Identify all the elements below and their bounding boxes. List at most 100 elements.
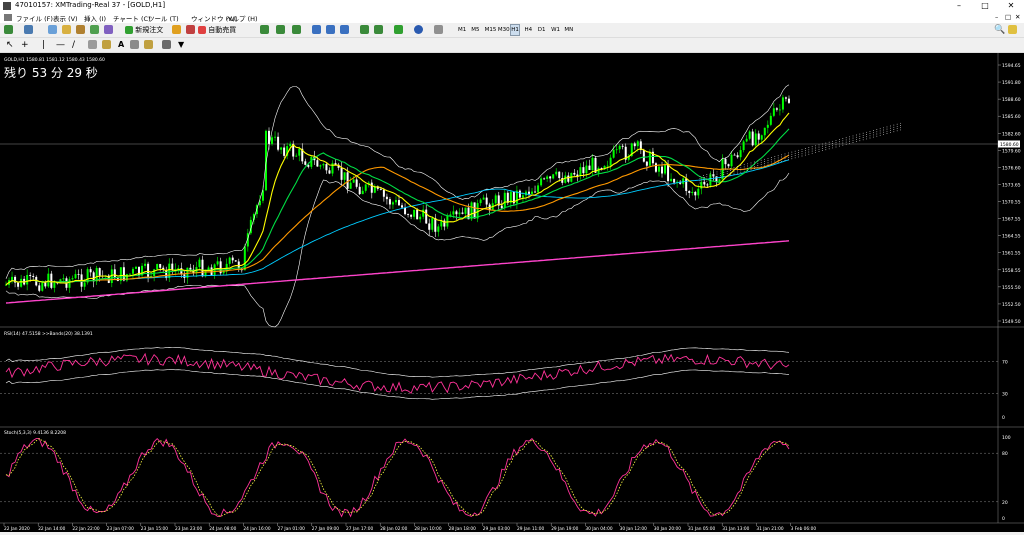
cloud-dot bbox=[896, 123, 898, 125]
candle-body bbox=[44, 282, 47, 287]
terminal-icon[interactable] bbox=[90, 25, 99, 34]
chart-shift-icon[interactable] bbox=[374, 25, 383, 34]
shapes-icon[interactable] bbox=[162, 40, 171, 49]
main-toolbar: 新規注文 自動売買 M1 M5 M15 M30 H1 H4 D1 W1 MN 🔍 bbox=[0, 23, 1024, 38]
text-label-icon[interactable] bbox=[130, 40, 139, 49]
cloud-dot bbox=[825, 144, 827, 146]
channel-icon[interactable] bbox=[88, 40, 97, 49]
autoscroll-icon[interactable] bbox=[360, 25, 369, 34]
cloud-dot bbox=[852, 135, 854, 137]
chart-svg[interactable]: 1594.65 1591.80 1588.60 1585.60 1582.60 1579.… bbox=[0, 53, 1024, 532]
maximize-icon[interactable]: □ bbox=[974, 0, 996, 12]
timeframe-h1[interactable]: H1 bbox=[510, 24, 520, 36]
timeframe-m5[interactable]: M5 bbox=[471, 25, 479, 35]
chat-icon[interactable] bbox=[1008, 25, 1017, 34]
cloud-dot bbox=[883, 131, 885, 133]
new-order-button[interactable]: 新規注文 bbox=[125, 25, 163, 35]
price-tick-label: 1573.65 bbox=[1002, 182, 1021, 188]
search-icon[interactable]: 🔍 bbox=[994, 25, 1005, 35]
candle-body bbox=[62, 278, 65, 280]
vertical-line-icon[interactable]: | bbox=[42, 40, 45, 50]
candle-body bbox=[370, 182, 373, 193]
menu-tools[interactable]: ツール (T) bbox=[148, 13, 179, 23]
candle-body bbox=[401, 205, 404, 208]
cloud-dot bbox=[849, 136, 851, 138]
menu-chart[interactable]: チャート (C) bbox=[113, 13, 151, 23]
metaeditor-icon[interactable] bbox=[172, 25, 181, 34]
cloud-dot bbox=[750, 166, 752, 168]
candle-body bbox=[458, 212, 461, 215]
mdi-restore-icon[interactable]: □ bbox=[1005, 13, 1011, 21]
navigator-icon[interactable] bbox=[76, 25, 85, 34]
line-chart-icon[interactable] bbox=[292, 25, 301, 34]
mdi-minimize-icon[interactable]: – bbox=[995, 13, 998, 21]
cloud-dot bbox=[770, 161, 772, 163]
indicators-icon[interactable] bbox=[394, 25, 403, 34]
menu-help[interactable]: ヘルプ (H) bbox=[226, 13, 258, 23]
cloud-dot bbox=[859, 135, 861, 137]
candle-body bbox=[751, 131, 754, 146]
timeframe-mn[interactable]: MN bbox=[564, 25, 573, 35]
menu-view[interactable]: 表示 (V) bbox=[53, 13, 78, 23]
zoom-out-icon[interactable] bbox=[326, 25, 335, 34]
time-tick-label: 31 Jan 05:00 bbox=[688, 526, 715, 532]
cloud-dot bbox=[750, 164, 752, 166]
candle-body bbox=[537, 185, 540, 193]
candle-body bbox=[784, 97, 787, 99]
menu-insert[interactable]: 挿入 (I) bbox=[84, 13, 106, 23]
cloud-dot bbox=[730, 170, 732, 171]
candle-body bbox=[549, 176, 552, 179]
candle-body bbox=[485, 197, 488, 205]
timeframe-m1[interactable]: M1 bbox=[458, 25, 466, 35]
cloud-dot bbox=[842, 142, 844, 144]
close-icon[interactable]: ✕ bbox=[1000, 0, 1022, 12]
crosshair-icon[interactable]: + bbox=[21, 40, 29, 50]
timeframe-w1[interactable]: W1 bbox=[551, 25, 560, 35]
horizontal-line-icon[interactable]: — bbox=[56, 40, 65, 50]
mdi-close-icon[interactable]: ✕ bbox=[1015, 13, 1020, 21]
more-tools-icon[interactable]: ▼ bbox=[178, 40, 184, 50]
price-tick-label: 1552.50 bbox=[1002, 302, 1021, 308]
candle-body bbox=[352, 179, 355, 183]
text-icon[interactable]: A bbox=[118, 40, 124, 50]
menu-file[interactable]: ファイル (F) bbox=[16, 13, 53, 23]
data-window-icon[interactable] bbox=[62, 25, 71, 34]
new-chart-icon[interactable] bbox=[4, 25, 13, 34]
periods-icon[interactable] bbox=[414, 25, 423, 34]
cloud-dot bbox=[791, 156, 793, 157]
cloud-dot bbox=[774, 156, 776, 158]
cloud-dot bbox=[818, 146, 820, 148]
cloud-dot bbox=[781, 154, 783, 156]
cloud-dot bbox=[866, 138, 868, 140]
fibonacci-icon[interactable] bbox=[102, 40, 111, 49]
candlestick-icon[interactable] bbox=[276, 25, 285, 34]
zoom-in-icon[interactable] bbox=[312, 25, 321, 34]
chart-window[interactable]: 1594.65 1591.80 1588.60 1585.60 1582.60 1579.… bbox=[0, 53, 1024, 532]
cloud-dot bbox=[886, 130, 888, 132]
rsi-pane bbox=[0, 346, 998, 400]
cloud-dot bbox=[893, 124, 895, 126]
templates-icon[interactable] bbox=[434, 25, 443, 34]
cursor-icon[interactable]: ↖ bbox=[6, 40, 14, 50]
minimize-icon[interactable]: – bbox=[948, 0, 970, 12]
timeframe-h4[interactable]: H4 bbox=[525, 25, 533, 35]
profiles-icon[interactable] bbox=[24, 25, 33, 34]
bar-chart-icon[interactable] bbox=[260, 25, 269, 34]
trendline-icon[interactable]: ∕ bbox=[72, 40, 75, 50]
signals-icon[interactable] bbox=[186, 25, 195, 34]
time-tick-label: 28 Jan 18:00 bbox=[449, 526, 476, 532]
cloud-dot bbox=[883, 129, 885, 131]
arrows-icon[interactable] bbox=[144, 40, 153, 49]
timeframe-d1[interactable]: D1 bbox=[538, 25, 546, 35]
candle-body bbox=[461, 212, 464, 214]
timeframe-m30[interactable]: M30 bbox=[498, 25, 510, 35]
candle-body bbox=[404, 207, 407, 215]
cloud-dot bbox=[774, 160, 776, 162]
strategy-tester-icon[interactable] bbox=[104, 25, 113, 34]
market-watch-icon[interactable] bbox=[48, 25, 57, 34]
stoch-tick-label: 100 bbox=[1002, 435, 1011, 441]
tile-windows-icon[interactable] bbox=[340, 25, 349, 34]
auto-trade-button[interactable]: 自動売買 bbox=[198, 25, 236, 35]
cloud-dot bbox=[764, 161, 766, 162]
timeframe-m15[interactable]: M15 bbox=[485, 25, 497, 35]
